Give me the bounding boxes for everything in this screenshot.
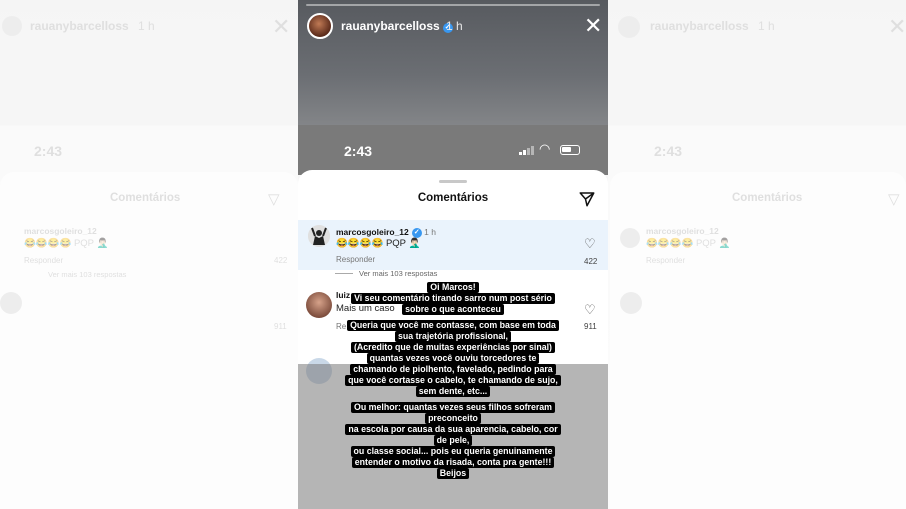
story-caption: Oi Marcos! Vi seu comentário tirando sarr… xyxy=(298,282,608,479)
story-username[interactable]: rauanybarcelloss xyxy=(341,19,440,33)
next-story-preview[interactable]: rauanybarcelloss 1 h ✕ 2:43 Comentários … xyxy=(608,0,906,509)
caption-line: preconceito xyxy=(425,413,481,424)
previous-story-preview[interactable]: rauanybarcelloss 1 h ✕ 2:43 Comentários … xyxy=(0,0,298,509)
comment-avatar[interactable] xyxy=(308,225,330,247)
caption-line: Queria que você me contasse, com base em… xyxy=(347,320,559,331)
caption-line: sobre o que aconteceu xyxy=(402,304,504,315)
verified-badge-icon: ✓ xyxy=(411,228,422,238)
caption-line: (Acredito que de muitas experiências por… xyxy=(351,342,555,353)
avatar[interactable] xyxy=(307,13,333,39)
story-progress-bar xyxy=(306,4,600,6)
close-icon[interactable]: ✕ xyxy=(584,15,602,37)
caption-line: na escola por causa da sua aparencia, ca… xyxy=(345,424,561,435)
send-icon[interactable] xyxy=(578,190,596,208)
wifi-icon: ◠ xyxy=(539,141,551,156)
sheet-title: Comentários xyxy=(417,192,489,204)
caption-line: entender o motivo da risada, conta pra g… xyxy=(351,457,555,468)
caption-line: sua trajetória profissional, xyxy=(395,331,511,342)
comment-text: 😂😂😂😂 PQP 🤦🏻‍♂️ xyxy=(336,238,421,249)
caption-line: sem dente, etc... xyxy=(415,386,491,397)
battery-icon xyxy=(560,145,580,155)
story-viewer: rauanybarcelloss 1 h ✕ 2:43 Comentários … xyxy=(0,0,906,509)
comment-time: 1 h xyxy=(424,227,436,237)
reply-button[interactable]: Responder xyxy=(336,255,375,264)
caption-line: chamando de piolhento, favelado, pedindo… xyxy=(350,364,556,375)
caption-line: Oi Marcos! xyxy=(427,282,479,293)
sheet-grabber[interactable] xyxy=(439,180,467,183)
caption-line: ou classe social... pois eu queria genui… xyxy=(350,446,556,457)
caption-line: quantas vezes você ouviu torcedores te xyxy=(366,353,540,364)
caption-line: Beijos xyxy=(436,468,470,479)
caption-line: Vi seu comentário tirando sarro num post… xyxy=(351,293,555,304)
cellular-signal-icon xyxy=(519,145,534,155)
view-more-replies[interactable]: Ver mais 103 respostas xyxy=(335,269,437,278)
story-time: 1 h xyxy=(446,19,463,33)
goalkeeper-avatar-icon xyxy=(308,225,330,247)
caption-line: que você cortasse o cabelo, te chamando … xyxy=(345,375,561,386)
caption-line: Ou melhor: quantas vezes seus filhos sof… xyxy=(351,402,555,413)
like-count: 422 xyxy=(584,257,598,266)
clock: 2:43 xyxy=(344,143,373,159)
like-heart-icon[interactable]: ♡ xyxy=(584,236,596,252)
caption-line: de pele, xyxy=(433,435,473,446)
comment-username[interactable]: marcosgoleiro_12 xyxy=(336,227,409,237)
